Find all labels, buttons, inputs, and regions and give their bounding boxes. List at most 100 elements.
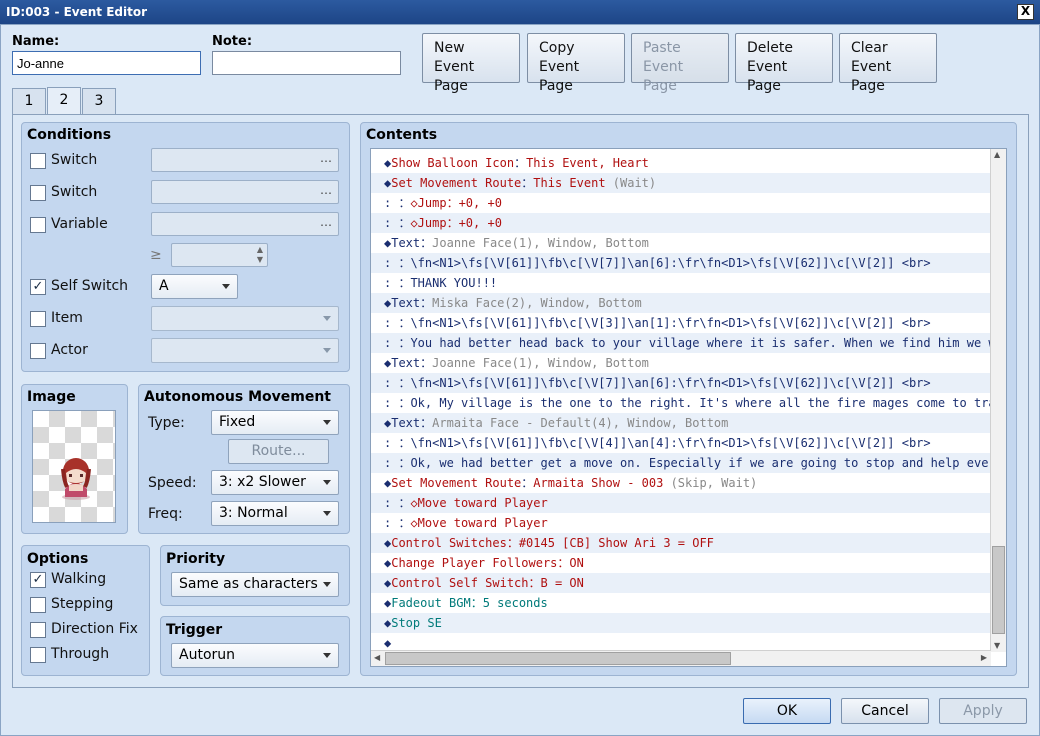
command-row[interactable]: ◆Fadeout BGM：5 seconds xyxy=(371,593,991,613)
ok-button[interactable]: OK xyxy=(743,698,831,724)
new-event-page-button[interactable]: New Event Page xyxy=(422,33,520,94)
horizontal-scrollbar[interactable]: ◀ ▶ xyxy=(371,650,991,666)
priority-value: Same as characters xyxy=(179,576,318,592)
command-row[interactable]: ◆Change Player Followers：ON xyxy=(371,553,991,573)
command-row[interactable]: : ：\fn<N1>\fs[\V[61]]\fb\c[\V[7]]\an[6]:… xyxy=(371,373,991,393)
stepping-label: Stepping xyxy=(51,596,114,612)
command-text: Text xyxy=(391,296,421,310)
command-row[interactable]: ◆Control Switches：#0145 [CB] Show Ari 3 … xyxy=(371,533,991,553)
command-row[interactable]: : ：\fn<N1>\fs[\V[61]]\fb\c[\V[4]]\an[4]:… xyxy=(371,433,991,453)
tab-page-2[interactable]: 2 xyxy=(47,87,81,115)
self-switch-checkbox[interactable]: ✓ xyxy=(30,279,46,295)
command-text: Change Player Followers：ON xyxy=(391,556,584,570)
switch2-label: Switch xyxy=(51,184,98,200)
command-row[interactable]: : ：\fn<N1>\fs[\V[61]]\fb\c[\V[7]]\an[6]:… xyxy=(371,253,991,273)
switch2-checkbox[interactable] xyxy=(30,185,46,201)
tab-page-3[interactable]: 3 xyxy=(82,88,116,114)
switch1-checkbox[interactable] xyxy=(30,153,46,169)
vertical-scroll-thumb[interactable] xyxy=(992,546,1005,634)
variable-checkbox[interactable] xyxy=(30,217,46,233)
command-row[interactable]: ◆Text：Joanne Face(1), Window, Bottom xyxy=(371,353,991,373)
horizontal-scroll-thumb[interactable] xyxy=(385,652,731,665)
self-switch-dropdown[interactable]: A xyxy=(151,274,238,299)
event-graphic-preview[interactable] xyxy=(32,410,116,523)
clear-event-page-button[interactable]: Clear Event Page xyxy=(839,33,937,94)
scroll-left-icon[interactable]: ◀ xyxy=(374,653,380,662)
variable-value-spinner[interactable]: ▲ ▼ xyxy=(171,243,268,267)
command-text: Text xyxy=(391,416,421,430)
button-label-line1: Delete xyxy=(747,40,793,56)
command-row[interactable]: ◆Text：Miska Face(2), Window, Bottom xyxy=(371,293,991,313)
command-row[interactable]: ◆Set Movement Route：This Event (Wait) xyxy=(371,173,991,193)
switch1-browse-icon[interactable]: … xyxy=(320,151,332,165)
item-dropdown[interactable] xyxy=(151,306,339,331)
command-text: : ： xyxy=(384,216,411,230)
command-row[interactable]: : ：◇Move toward Player xyxy=(371,493,991,513)
scroll-up-icon[interactable]: ▲ xyxy=(994,150,1000,159)
note-input[interactable] xyxy=(212,51,401,75)
command-row[interactable]: : ：◇Jump：+0, +0 xyxy=(371,213,991,233)
command-row[interactable]: ◆Text：Armaita Face - Default(4), Window,… xyxy=(371,413,991,433)
command-text: : ：Ok, My village is the one to the righ… xyxy=(384,396,991,410)
speed-dropdown[interactable]: 3: x2 Slower xyxy=(211,470,339,495)
apply-button[interactable]: Apply xyxy=(939,698,1027,724)
walking-checkbox[interactable]: ✓ xyxy=(30,572,46,588)
note-label: Note: xyxy=(212,34,253,49)
item-checkbox[interactable] xyxy=(30,311,46,327)
command-text: Show Balloon Icon xyxy=(391,156,515,170)
switch1-selector[interactable]: … xyxy=(151,148,339,172)
self-switch-value: A xyxy=(159,278,169,294)
speed-value: 3: x2 Slower xyxy=(219,474,306,490)
command-row[interactable]: ◆Show Balloon Icon：This Event, Heart xyxy=(371,153,991,173)
command-row[interactable]: ◆Set Movement Route：Armaita Show - 003 (… xyxy=(371,473,991,493)
command-text: This Event, Heart xyxy=(526,156,649,170)
tab-page-1[interactable]: 1 xyxy=(12,88,46,114)
priority-dropdown[interactable]: Same as characters xyxy=(171,572,339,597)
command-row[interactable]: : ：◇Move toward Player xyxy=(371,513,991,533)
variable-selector[interactable]: … xyxy=(151,212,339,236)
trigger-title: Trigger xyxy=(166,622,223,638)
command-text: : ：\fn<N1>\fs[\V[61]]\fb\c[\V[3]]\an[1]:… xyxy=(384,316,931,330)
scroll-down-icon[interactable]: ▼ xyxy=(994,641,1000,650)
command-row[interactable]: ◆Control Self Switch：B = ON xyxy=(371,573,991,593)
switch2-browse-icon[interactable]: … xyxy=(320,183,332,197)
command-row[interactable]: : ：Ok, My village is the one to the righ… xyxy=(371,393,991,413)
scroll-right-icon[interactable]: ▶ xyxy=(981,653,987,662)
command-text: : ：\fn<N1>\fs[\V[61]]\fb\c[\V[4]]\an[4]:… xyxy=(384,436,931,450)
command-row[interactable]: : ：You had better head back to your vill… xyxy=(371,333,991,353)
command-row[interactable]: : ：\fn<N1>\fs[\V[61]]\fb\c[\V[3]]\an[1]:… xyxy=(371,313,991,333)
command-text: : ：\fn<N1>\fs[\V[61]]\fb\c[\V[7]]\an[6]:… xyxy=(384,256,931,270)
name-input[interactable] xyxy=(12,51,201,75)
command-row[interactable]: : ：THANK YOU!!! xyxy=(371,273,991,293)
stepping-checkbox[interactable] xyxy=(30,597,46,613)
command-row[interactable]: ◆Stop SE xyxy=(371,613,991,633)
command-row[interactable]: : ：◇Jump：+0, +0 xyxy=(371,193,991,213)
character-sprite-icon xyxy=(61,458,91,500)
command-row[interactable]: ◆Text：Joanne Face(1), Window, Bottom xyxy=(371,233,991,253)
command-row[interactable]: : ：Ok, we had better get a move on. Espe… xyxy=(371,453,991,473)
event-command-list[interactable]: ◆Show Balloon Icon：This Event, Heart ◆Set… xyxy=(370,148,1007,667)
delete-event-page-button[interactable]: Delete Event Page xyxy=(735,33,833,94)
close-icon[interactable]: X xyxy=(1017,4,1034,20)
trigger-dropdown[interactable]: Autorun xyxy=(171,643,339,668)
route-button[interactable]: Route... xyxy=(228,439,329,464)
copy-event-page-button[interactable]: Copy Event Page xyxy=(527,33,625,94)
freq-dropdown[interactable]: 3: Normal xyxy=(211,501,339,526)
switch2-selector[interactable]: … xyxy=(151,180,339,204)
cancel-button[interactable]: Cancel xyxy=(841,698,929,724)
actor-dropdown[interactable] xyxy=(151,338,339,363)
spinner-arrows-icon[interactable]: ▲ ▼ xyxy=(257,245,263,265)
command-text: Armaita Show - 003 xyxy=(533,476,671,490)
actor-checkbox[interactable] xyxy=(30,343,46,359)
type-dropdown[interactable]: Fixed xyxy=(211,410,339,435)
type-value: Fixed xyxy=(219,414,256,430)
vertical-scrollbar[interactable]: ▲ ▼ xyxy=(990,149,1006,652)
direction-fix-checkbox[interactable] xyxy=(30,622,46,638)
command-text: Text xyxy=(391,236,421,250)
paste-event-page-button[interactable]: Paste Event Page xyxy=(631,33,729,94)
command-text: Stop SE xyxy=(391,616,442,630)
chevron-down-icon xyxy=(323,653,331,658)
variable-browse-icon[interactable]: … xyxy=(320,215,332,229)
command-text: Fadeout BGM：5 seconds xyxy=(391,596,548,610)
through-checkbox[interactable] xyxy=(30,647,46,663)
